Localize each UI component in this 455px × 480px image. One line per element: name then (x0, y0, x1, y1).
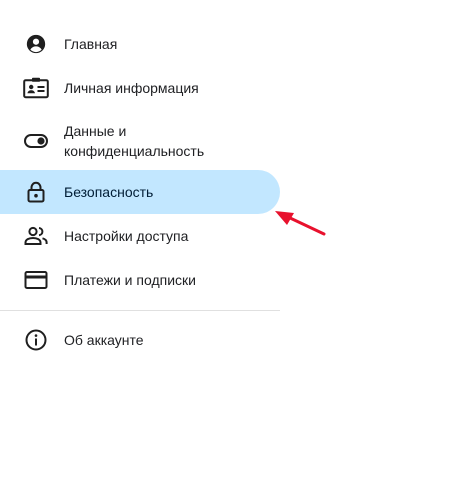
nav-item-personal-info[interactable]: Личная информация (0, 68, 280, 108)
annotation-arrow-icon (275, 211, 326, 236)
info-icon (23, 328, 49, 352)
toggle-icon (23, 129, 49, 153)
nav-item-security[interactable]: Безопасность (0, 170, 280, 214)
nav-item-about[interactable]: Об аккаунте (0, 320, 280, 360)
nav-item-sharing[interactable]: Настройки доступа (0, 216, 280, 256)
page: Главная Личная информация Данные и конфи… (0, 0, 455, 480)
divider (0, 310, 280, 311)
nav-item-label: Об аккаунте (64, 332, 144, 348)
credit-card-icon (23, 268, 49, 292)
nav-item-label: Личная информация (64, 80, 199, 96)
nav-item-home[interactable]: Главная (0, 24, 280, 64)
people-icon (23, 224, 49, 248)
nav-item-label: Настройки доступа (64, 228, 189, 244)
nav-item-payments[interactable]: Платежи и подписки (0, 260, 280, 300)
nav-item-label: Платежи и подписки (64, 272, 196, 288)
nav-item-label: Безопасность (64, 184, 154, 200)
nav-item-label: Данные и конфиденциальность (64, 123, 205, 159)
account-circle-icon (23, 32, 49, 56)
nav-item-label: Главная (64, 36, 118, 52)
lock-icon (23, 180, 49, 204)
nav-item-data-privacy[interactable]: Данные и конфиденциальность (0, 116, 280, 166)
badge-icon (23, 76, 49, 100)
